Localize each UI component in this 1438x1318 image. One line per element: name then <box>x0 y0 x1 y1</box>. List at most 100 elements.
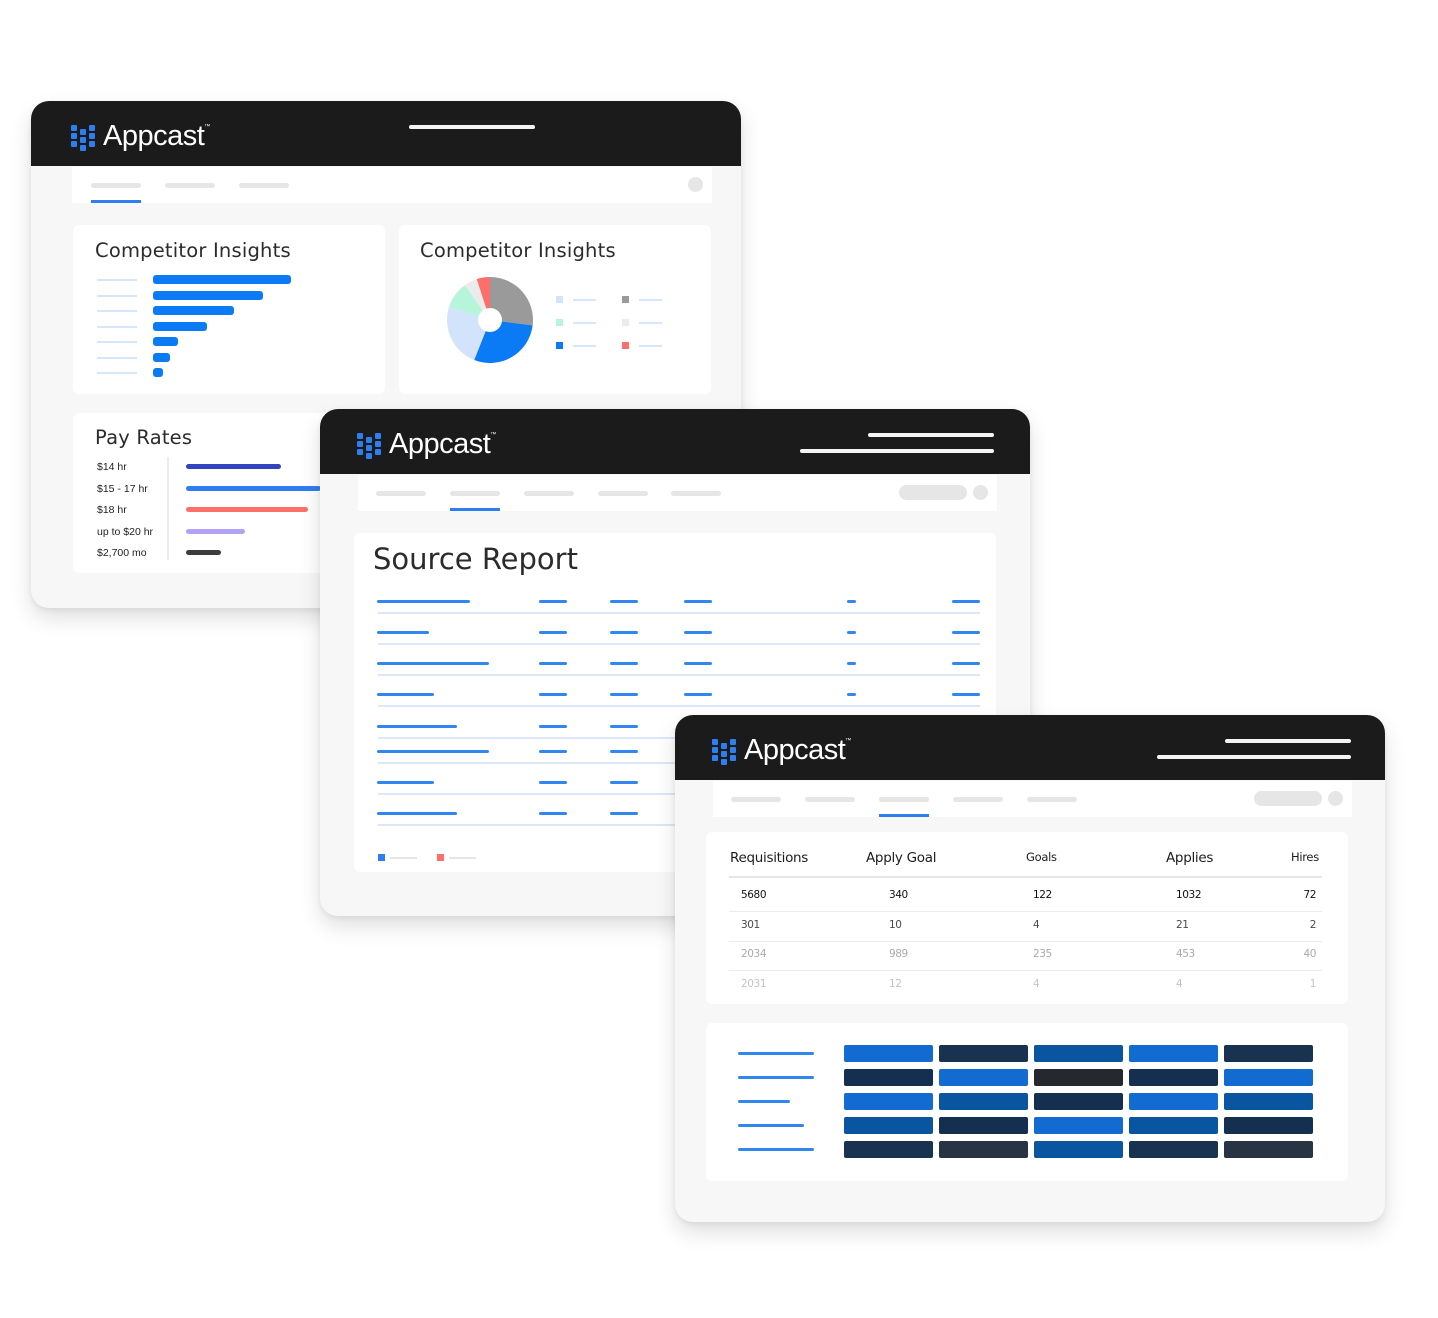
brand-name: Appcast™ <box>103 121 210 151</box>
competitor-insights-pie-card: Competitor Insights <box>399 225 711 394</box>
brand-name-text: Appcast <box>744 733 846 766</box>
table-cell: 21 <box>1176 918 1189 931</box>
avatar[interactable] <box>688 177 703 192</box>
heatmap-cell <box>1129 1045 1218 1062</box>
nav-tab-1[interactable] <box>376 491 426 496</box>
pay-rate-label: $15 - 17 hr <box>97 482 148 495</box>
avatar[interactable] <box>1328 791 1343 806</box>
row-divider <box>378 612 980 614</box>
pay-rate-label: $14 hr <box>97 461 127 473</box>
row-label-placeholder <box>738 1052 814 1055</box>
heatmap-card <box>706 1023 1348 1181</box>
nav-tab-2[interactable] <box>805 797 855 802</box>
pay-rate-bar <box>186 485 321 491</box>
row-divider <box>378 643 980 645</box>
pay-rate-bar <box>186 464 281 469</box>
value-placeholder <box>539 725 567 728</box>
table-cell: 72 <box>1303 889 1316 901</box>
nav-tab-1[interactable] <box>91 183 141 188</box>
legend-label-placeholder <box>639 345 662 347</box>
heatmap-cell <box>844 1141 933 1158</box>
table-cell: 2 <box>1309 918 1317 931</box>
table-cell: 122 <box>1033 889 1052 901</box>
value-placeholder <box>847 693 856 696</box>
legend-label-placeholder <box>639 322 662 324</box>
row-divider <box>729 940 1322 942</box>
nav-bar <box>713 781 1352 817</box>
heatmap-cell <box>1034 1069 1123 1086</box>
heatmap-cell <box>844 1069 933 1086</box>
appcast-logo: Appcast™ <box>712 733 851 767</box>
bar <box>153 337 178 346</box>
nav-tab-3[interactable] <box>879 797 929 802</box>
pay-rate-label: $2,700 mo <box>97 547 147 559</box>
nav-tab-2[interactable] <box>165 183 215 188</box>
table-cell: 2031 <box>741 977 767 990</box>
value-placeholder <box>952 600 980 603</box>
column-header[interactable]: Hires <box>1291 850 1319 864</box>
row-label-placeholder <box>738 1124 804 1127</box>
source-name-placeholder <box>377 812 457 815</box>
table-cell: 5680 <box>741 889 767 901</box>
card-title: Competitor Insights <box>420 239 616 262</box>
table-cell: 340 <box>889 889 908 901</box>
column-header[interactable]: Applies <box>1166 850 1213 866</box>
heatmap-cell <box>1034 1093 1123 1110</box>
legend-swatch <box>622 319 629 326</box>
column-header[interactable]: Apply Goal <box>866 850 936 866</box>
search-pill[interactable] <box>1254 791 1322 806</box>
heatmap-cell <box>1034 1045 1123 1062</box>
avatar[interactable] <box>973 485 988 500</box>
appcast-logo-icon <box>357 429 383 459</box>
bar-label-placeholder <box>97 325 137 328</box>
nav-tab-4[interactable] <box>953 797 1003 802</box>
legend-swatch <box>378 854 385 861</box>
source-name-placeholder <box>377 693 434 696</box>
nav-bar <box>358 475 997 511</box>
heatmap-cell <box>1129 1141 1218 1158</box>
nav-tab-5[interactable] <box>671 491 721 496</box>
title-placeholder <box>1225 739 1351 743</box>
value-placeholder <box>539 750 567 753</box>
table-cell: 4 <box>1176 977 1183 990</box>
column-header[interactable]: Goals <box>1026 850 1057 864</box>
heatmap-cell <box>939 1141 1028 1158</box>
nav-tab-2[interactable] <box>450 491 500 496</box>
value-placeholder <box>539 693 567 696</box>
row-divider <box>378 674 980 676</box>
competitor-insights-bar-card: Competitor Insights <box>73 225 385 394</box>
window-titlebar: Appcast™ <box>31 101 741 166</box>
value-placeholder <box>539 812 567 815</box>
heatmap-cell <box>939 1093 1028 1110</box>
legend-label-placeholder <box>573 299 596 301</box>
value-placeholder <box>684 600 712 603</box>
table-cell: 10 <box>889 918 902 931</box>
table-cell: 989 <box>889 948 908 960</box>
heatmap-cell <box>1034 1117 1123 1134</box>
heatmap-cell <box>939 1045 1028 1062</box>
requisitions-window: Appcast™ Requisitions Apply Goal Goals Appl… <box>675 715 1385 1222</box>
value-placeholder <box>610 781 638 784</box>
trademark: ™ <box>204 123 210 130</box>
column-header[interactable]: Requisitions <box>730 850 808 866</box>
value-placeholder <box>539 600 567 603</box>
card-title: Competitor Insights <box>95 239 291 262</box>
appcast-logo: Appcast™ <box>71 119 210 153</box>
window-titlebar: Appcast™ <box>675 715 1385 780</box>
nav-tab-4[interactable] <box>598 491 648 496</box>
bar-label-placeholder <box>97 372 137 374</box>
subtitle-placeholder <box>1157 755 1351 759</box>
nav-tab-5[interactable] <box>1027 797 1077 802</box>
heatmap-cell <box>1224 1045 1313 1062</box>
search-pill[interactable] <box>899 485 967 500</box>
nav-tab-1[interactable] <box>731 797 781 802</box>
appcast-logo: Appcast™ <box>357 427 496 461</box>
title-placeholder <box>868 433 994 437</box>
brand-name: Appcast™ <box>389 429 496 459</box>
nav-tab-3[interactable] <box>524 491 574 496</box>
trademark: ™ <box>490 431 496 438</box>
bar <box>153 352 170 362</box>
nav-tab-3[interactable] <box>239 183 289 188</box>
source-name-placeholder <box>377 662 489 665</box>
table-cell: 1032 <box>1176 889 1202 901</box>
